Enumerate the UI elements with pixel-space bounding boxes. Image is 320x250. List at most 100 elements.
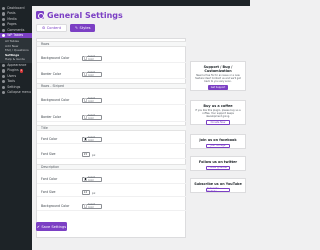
sidebar-collapse-menu[interactable]: Collapse menu (0, 90, 32, 95)
donate-button[interactable]: Donate Now (206, 120, 230, 125)
admin-bar (0, 0, 250, 6)
settings-panel: Rows Background Color Select Color Borde… (36, 38, 186, 238)
color-picker-button[interactable]: Select Color (82, 71, 102, 77)
user-icon (2, 74, 6, 78)
sidebar-item-label: Tools (7, 79, 16, 84)
table-icon (2, 34, 6, 38)
color-swatch (83, 137, 88, 141)
field-row-desc-bg: Background Color Select Color (37, 201, 186, 211)
submenu-item-help[interactable]: Help & Guide (0, 57, 32, 62)
sidebar-item-label: Posts (7, 11, 16, 16)
color-picker-button[interactable]: Select Color (82, 97, 102, 103)
save-button-label: Save Settings (41, 224, 67, 229)
brush-icon: ✎ (75, 26, 79, 30)
save-settings-button[interactable]: ✔ Save Settings (36, 222, 67, 231)
section-header-rows: Rows (37, 41, 186, 47)
settings-icon: ⚙ (42, 26, 46, 30)
widget-text: Need a free fix for an issue or a new fe… (195, 74, 241, 83)
color-swatch (83, 56, 88, 60)
unit-label: px (92, 190, 96, 195)
sidebar-item-label: Media (7, 16, 17, 21)
font-size-input[interactable]: 12 (82, 189, 90, 195)
widget-title: Subscribe us on YouTube (194, 181, 242, 186)
color-picker-button[interactable]: Select Color (82, 114, 102, 120)
twitter-widget: Follow us on twitter Follow @Twitter (190, 156, 246, 171)
sidebar-item-label: Appearance (7, 62, 27, 67)
field-row-title-font-color: Font Color Select Color (37, 134, 186, 144)
tab-styles[interactable]: ✎ Styles (70, 24, 96, 32)
field-label: Border Color (41, 115, 62, 120)
color-swatch (83, 177, 88, 181)
plugin-icon (2, 69, 6, 73)
color-picker-button[interactable]: Select Color (82, 176, 102, 182)
coffee-widget: Buy us a coffee If you like this plugin,… (190, 100, 246, 125)
widget-text: If you like this plugin, please buy us a… (195, 109, 241, 118)
field-label: Font Color (41, 137, 58, 142)
sidebar-item-label: Comments (7, 27, 25, 32)
color-picker-button[interactable]: Select Color (82, 136, 102, 142)
pin-icon (2, 12, 6, 16)
sidebar-item-wp-tables[interactable]: WP Tables (0, 32, 32, 39)
plugins-count-badge: 1 (19, 69, 23, 73)
color-picker-label: Select Color (88, 136, 95, 142)
color-picker-label: Select Color (88, 114, 95, 120)
media-icon (2, 17, 6, 22)
sidebar-item-label: Dashboard (7, 6, 25, 11)
sidebar-item-label: Pages (7, 22, 17, 27)
field-row-striped-bg: Background Color Select Color (37, 95, 186, 105)
field-label: Font Size (41, 152, 56, 157)
support-widget: Support / Bug / Customization Need a fre… (190, 61, 246, 91)
color-swatch (83, 72, 88, 76)
settings-tabs: ⚙ Content ✎ Styles (36, 24, 96, 32)
color-swatch (83, 98, 88, 102)
field-row-desc-font-size: Font Size 12 px (37, 187, 186, 197)
section-header-rows-striped: Rows - Striped (37, 83, 186, 89)
field-row-rows-border: Border Color Select Color (37, 69, 186, 79)
sidebar-item-label: Users (7, 73, 17, 78)
widget-title: Join us on facebook (199, 137, 237, 142)
settings-icon (2, 85, 6, 89)
page-icon (2, 23, 6, 27)
settings-icon (36, 11, 44, 19)
youtube-subscribe-button[interactable]: Subscribe YouTube (206, 187, 230, 193)
sidebar-item-label: Plugins (7, 68, 19, 73)
page-title: General Settings (47, 10, 123, 20)
save-icon: ✔ (36, 224, 40, 229)
widget-title: Follow us on twitter (198, 159, 238, 164)
facebook-join-button[interactable]: Join FB Page (206, 143, 230, 148)
color-swatch (83, 204, 88, 208)
comment-icon (2, 28, 6, 32)
color-picker-label: Select Color (88, 176, 95, 182)
tab-label: Content (46, 26, 62, 30)
color-picker-label: Select Color (88, 203, 95, 209)
tab-content[interactable]: ⚙ Content (36, 24, 68, 32)
field-row-rows-bg: Background Color Select Color (37, 53, 186, 63)
unit-label: px (92, 152, 96, 157)
brush-icon (2, 63, 6, 68)
color-picker-label: Select Color (88, 97, 95, 103)
field-label: Background Color (41, 98, 70, 103)
wrench-icon (2, 80, 6, 84)
page-header: General Settings (36, 10, 123, 20)
color-picker-label: Select Color (88, 55, 95, 61)
color-picker-label: Select Color (88, 71, 95, 77)
field-label: Font Size (41, 190, 56, 195)
get-support-button[interactable]: Get Support (208, 85, 228, 90)
sidebar-submenu: All Tables Add New FAQ / Questions Setti… (0, 38, 32, 63)
section-header-description: Description (37, 164, 186, 170)
sidebar-item-label: Settings (7, 84, 21, 89)
field-label: Font Color (41, 177, 58, 182)
color-swatch (83, 115, 88, 119)
admin-sidebar: Dashboard Posts Media Pages Comments WP … (0, 6, 32, 250)
facebook-widget: Join us on facebook Join FB Page (190, 134, 246, 149)
field-row-desc-font-color: Font Color Select Color (37, 174, 186, 184)
youtube-widget: Subscribe us on YouTube Subscribe YouTub… (190, 178, 246, 193)
section-header-title: Title (37, 125, 186, 131)
twitter-follow-button[interactable]: Follow @Twitter (206, 165, 230, 170)
collapse-icon (2, 90, 6, 95)
color-picker-button[interactable]: Select Color (82, 55, 102, 61)
font-size-input[interactable]: 15 (82, 151, 90, 157)
tab-label: Styles (79, 26, 91, 30)
color-picker-button[interactable]: Select Color (82, 203, 102, 209)
field-label: Border Color (41, 72, 62, 77)
